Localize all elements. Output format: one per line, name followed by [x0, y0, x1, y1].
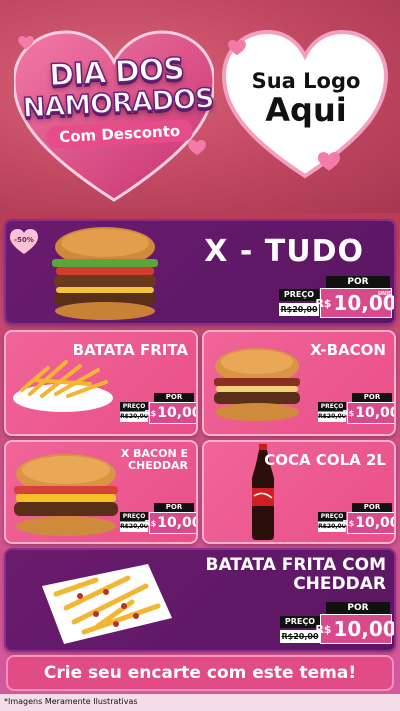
product-card-batata-frita[interactable]: BATATA FRITA PREÇO R$20,00 POR R$ 10,00 — [4, 330, 198, 436]
fries-image-icon — [13, 360, 113, 412]
logo-line-1: Sua Logo — [251, 69, 361, 93]
promo-title: DIA DOS NAMORADOS Com Desconto — [18, 51, 218, 150]
price-value: 10,00 — [333, 617, 396, 641]
burger-image-icon — [52, 227, 158, 320]
header-banner: DIA DOS NAMORADOS Com Desconto Sua Logo … — [0, 0, 400, 213]
product-name: X - TUDO — [204, 234, 364, 269]
por-label: POR — [326, 276, 390, 288]
currency: R$ — [144, 518, 157, 528]
product-card-x-bacon[interactable]: X-BACON PREÇO R$20,00 POR R$ 10,00 — [202, 330, 396, 436]
price-value: 10,00 — [355, 515, 396, 531]
product-card-batata-cheddar[interactable]: BATATA FRITA COM CHEDDAR PREÇO R$20,00 P… — [4, 548, 396, 652]
unit-label: UNID — [378, 291, 393, 297]
preco-label: PREÇO — [280, 616, 320, 628]
preco-label: PREÇO — [279, 289, 319, 301]
product-name: COCA COLA 2L — [264, 451, 386, 469]
currency: R$ — [315, 622, 332, 636]
por-label: POR — [154, 393, 194, 402]
currency: R$ — [342, 518, 355, 528]
product-name: X BACON E CHEDDAR — [120, 447, 188, 473]
por-label: POR — [326, 602, 390, 614]
cta-banner[interactable]: Crie seu encarte com este tema! — [6, 655, 394, 691]
burger-image-icon — [214, 348, 300, 421]
burger-image-icon — [14, 454, 118, 536]
new-price: R$ 10,00 — [144, 402, 198, 424]
new-price: R$ 10,00 — [342, 402, 396, 424]
por-label: POR — [352, 503, 392, 512]
price-value: 10,00 — [157, 515, 198, 531]
price-value: 10,00 — [355, 405, 396, 421]
por-label: POR — [352, 393, 392, 402]
logo-placeholder: Sua Logo Aqui — [236, 69, 376, 130]
old-price: R$20,00 — [280, 630, 320, 643]
cheese-fries-image-icon — [42, 564, 172, 644]
small-heart-icon — [228, 40, 246, 56]
currency: R$ — [144, 408, 157, 418]
old-price: R$20,00 — [279, 303, 319, 316]
product-name: BATATA FRITA — [72, 341, 188, 359]
disclaimer-text: *Imagens Meramente Ilustrativas — [4, 697, 138, 706]
discount-badge: -50% — [14, 236, 34, 244]
currency: R$ — [315, 296, 332, 310]
product-card-x-tudo[interactable]: X - TUDO PREÇO R$20,00 POR R$ 10,00 UNID — [4, 219, 396, 325]
small-heart-icon — [318, 152, 340, 171]
product-name: BATATA FRITA COM CHEDDAR — [205, 555, 386, 594]
price-value: 10,00 — [157, 405, 198, 421]
product-name: X-BACON — [310, 341, 386, 359]
por-label: POR — [154, 503, 194, 512]
product-card-coca-cola[interactable]: COCA COLA 2L PREÇO R$20,00 POR R$ 10,00 — [202, 440, 396, 544]
logo-line-2: Aqui — [265, 91, 347, 130]
small-heart-icon — [188, 140, 206, 156]
new-price: R$ 10,00 — [342, 512, 396, 534]
small-heart-icon — [18, 36, 34, 50]
product-card-x-bacon-cheddar[interactable]: X BACON E CHEDDAR PREÇO R$20,00 POR R$ 1… — [4, 440, 198, 544]
new-price: R$ 10,00 — [144, 512, 198, 534]
new-price: R$ 10,00 — [315, 614, 394, 644]
currency: R$ — [342, 408, 355, 418]
